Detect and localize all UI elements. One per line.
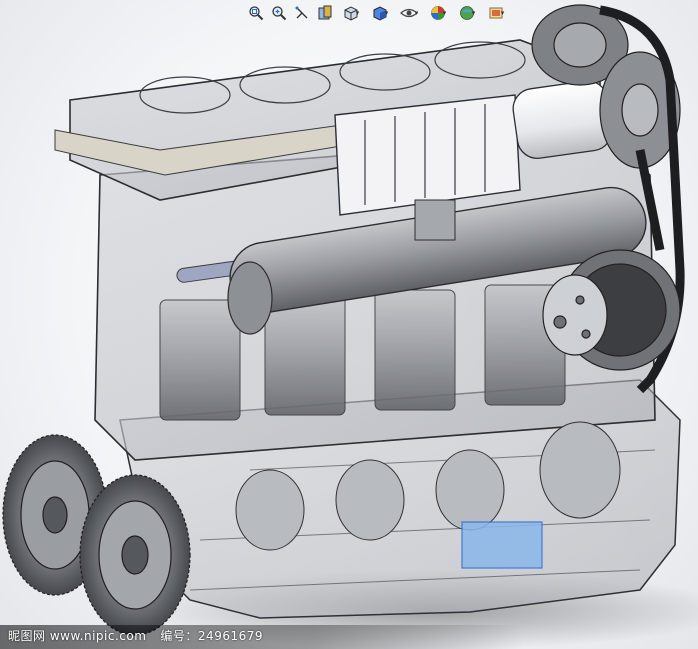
previous-view-icon[interactable]: [292, 3, 312, 23]
chevron-down-icon[interactable]: ▾: [472, 9, 476, 17]
watermark-site: 昵图网 www.nipic.com: [8, 629, 147, 643]
watermark-id-label: 编号：: [160, 629, 198, 643]
section-view-icon[interactable]: [315, 3, 335, 23]
chevron-down-icon[interactable]: ▾: [443, 9, 447, 17]
watermark-text: 昵图网 www.nipic.com 编号：24961679: [8, 627, 277, 644]
hide-show-icon[interactable]: ▾: [396, 3, 422, 23]
selected-part: [461, 521, 543, 569]
chevron-down-icon[interactable]: ▾: [415, 9, 419, 17]
appearance-icon[interactable]: ▾: [425, 3, 451, 23]
scene-icon[interactable]: ▾: [454, 3, 480, 23]
view-settings-icon[interactable]: ▾: [483, 3, 509, 23]
graphics-area[interactable]: ▾ ▾ ▾ ▾ ▾ ▾ 昵图网 www.nipic.com 编号：24961679: [0, 0, 698, 649]
chevron-down-icon[interactable]: ▾: [356, 9, 360, 17]
zoom-fit-icon[interactable]: [246, 3, 266, 23]
heads-up-view-toolbar: ▾ ▾ ▾ ▾ ▾ ▾: [246, 2, 509, 24]
chevron-down-icon[interactable]: ▾: [501, 9, 505, 17]
engine-model[interactable]: [0, 0, 698, 649]
zoom-area-icon[interactable]: [269, 3, 289, 23]
watermark-id-value: 24961679: [197, 629, 263, 643]
chevron-down-icon[interactable]: ▾: [385, 9, 389, 17]
display-style-icon[interactable]: ▾: [367, 3, 393, 23]
watermark-band: 昵图网 www.nipic.com 编号：24961679: [0, 625, 698, 649]
view-orientation-icon[interactable]: ▾: [338, 3, 364, 23]
